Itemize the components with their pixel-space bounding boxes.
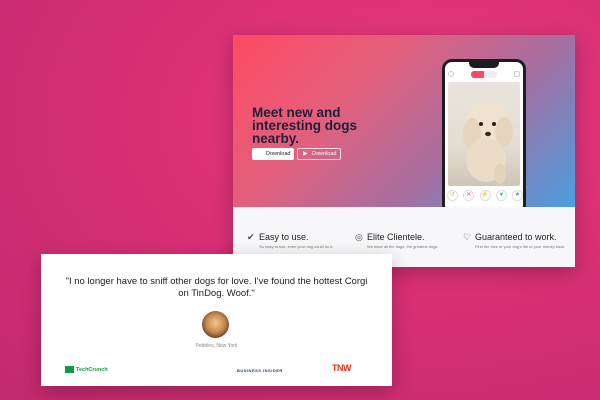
messages-icon [514, 71, 520, 77]
app-top-bar [445, 70, 523, 80]
testimonial-author: Pebbles, New York [195, 343, 238, 349]
heart-icon: ♡ [463, 232, 472, 242]
google-play-download-button[interactable]: ▶ Download [297, 148, 341, 160]
bullseye-icon: ◎ [355, 232, 363, 242]
app-store-download-button[interactable]: Download [252, 148, 294, 160]
feature-desc: So easy to use, even your dog could do i… [259, 244, 334, 249]
super-like-icon[interactable]: ★ [512, 190, 523, 201]
poodle-illustration [463, 102, 513, 184]
settings-icon [448, 71, 454, 77]
nope-icon[interactable]: ✕ [463, 190, 475, 201]
download-label: Download [312, 151, 337, 157]
techcrunch-logo: TechCrunch [65, 366, 108, 373]
feature-title: Easy to use. [259, 232, 309, 242]
testimonial-card: "I no longer have to sniff other dogs fo… [41, 254, 392, 386]
flame-tab-icon [471, 71, 484, 78]
phone-notch [469, 62, 499, 68]
testimonial-quote: "I no longer have to sniff other dogs fo… [65, 276, 368, 299]
feature-desc: Find the love of your dog's life or your… [475, 244, 566, 249]
hero-preview-card: Meet new and interesting dogs nearby. Do… [233, 35, 575, 267]
techcrunch-label: TechCrunch [76, 366, 108, 373]
hero-section: Meet new and interesting dogs nearby. Do… [233, 35, 575, 215]
undo-icon[interactable]: ↺ [447, 190, 458, 201]
hero-title: Meet new and interesting dogs nearby. [252, 105, 358, 146]
feature-title: Guaranteed to work. [475, 232, 557, 242]
swipe-actions: ↺ ✕ ⚡ ♥ ★ [447, 190, 523, 204]
avatar [202, 311, 229, 338]
play-store-icon: ▶ [303, 151, 308, 157]
phone-mockup: ↺ ✕ ⚡ ♥ ★ [442, 59, 526, 215]
check-circle-icon: ✔ [247, 232, 255, 242]
download-label: Download [266, 151, 291, 157]
tnw-logo: TNW [332, 363, 352, 373]
chat-tab-icon [484, 71, 497, 78]
boost-icon[interactable]: ⚡ [479, 190, 491, 201]
business-insider-logo: BUSINESS INSIDER [237, 368, 283, 373]
dog-photo [448, 82, 520, 186]
techcrunch-mark-icon [65, 366, 74, 373]
feature-title: Elite Clientele. [367, 232, 425, 242]
feature-desc: We have all the dogs, the greatest dogs. [367, 244, 439, 249]
like-icon[interactable]: ♥ [495, 190, 507, 201]
